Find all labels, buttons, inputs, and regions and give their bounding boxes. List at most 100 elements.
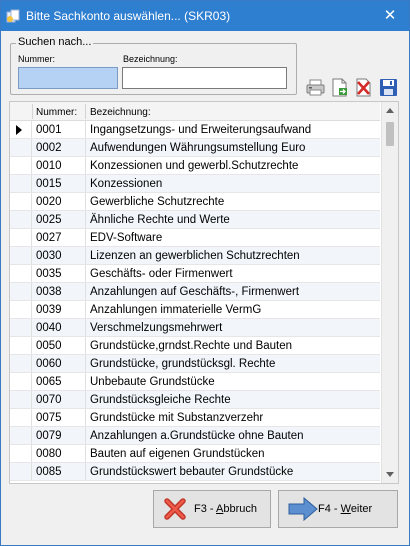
table-row[interactable]: 0080 Bauten auf eigenen Grundstücken bbox=[10, 445, 380, 463]
account-number: 0030 bbox=[36, 250, 62, 262]
grid-rows: 0001 Ingangsetzungs- und Erweiterungsaufw… bbox=[10, 121, 380, 481]
account-description: Konzessionen und gewerbl.Schutzrechte bbox=[90, 160, 299, 172]
row-indicator bbox=[10, 283, 32, 300]
table-row[interactable]: 0075 Grundstücke mit Substanzverzehr bbox=[10, 409, 380, 427]
table-row[interactable]: 0085 Grundstückswert bebauter Grundstücke bbox=[10, 463, 380, 481]
window-title: Bitte Sachkonto auswählen... (SKR03) bbox=[26, 9, 231, 23]
row-indicator bbox=[10, 229, 32, 246]
row-indicator bbox=[10, 301, 32, 318]
scroll-thumb[interactable] bbox=[386, 122, 394, 146]
row-indicator bbox=[10, 391, 32, 408]
table-row[interactable]: 0065 Unbebaute Grundstücke bbox=[10, 373, 380, 391]
account-number: 0065 bbox=[36, 376, 62, 388]
table-row[interactable]: 0020 Gewerbliche Schutzrechte bbox=[10, 193, 380, 211]
account-description: Gewerbliche Schutzrechte bbox=[90, 196, 225, 208]
account-description: Unbebaute Grundstücke bbox=[90, 376, 215, 388]
table-row[interactable]: 0002 Aufwendungen Währungsumstellung Euro bbox=[10, 139, 380, 157]
row-indicator bbox=[10, 157, 32, 174]
table-row[interactable]: 0035 Geschäfts- oder Firmenwert bbox=[10, 265, 380, 283]
account-description: Ähnliche Rechte und Werte bbox=[90, 214, 230, 226]
row-indicator bbox=[10, 121, 32, 138]
account-description: Anzahlungen a.Grundstücke ohne Bauten bbox=[90, 430, 304, 442]
next-button[interactable]: F4 - Weiter bbox=[278, 490, 398, 528]
table-row[interactable]: 0010 Konzessionen und gewerbl.Schutzrecht… bbox=[10, 157, 380, 175]
account-number: 0060 bbox=[36, 358, 62, 370]
row-indicator bbox=[10, 445, 32, 462]
next-button-label: F4 - Weiter bbox=[318, 503, 373, 515]
account-number: 0070 bbox=[36, 394, 62, 406]
table-row[interactable]: 0039 Anzahlungen immaterielle VermG bbox=[10, 301, 380, 319]
account-number: 0075 bbox=[36, 412, 62, 424]
grid-header: Nummer: Bezeichnung: bbox=[10, 102, 380, 121]
table-row[interactable]: 0079 Anzahlungen a.Grundstücke ohne Baute… bbox=[10, 427, 380, 445]
dialog-window: Bitte Sachkonto auswählen... (SKR03) ✕ S… bbox=[0, 0, 410, 546]
column-header-number[interactable]: Nummer: bbox=[36, 107, 77, 118]
row-indicator bbox=[10, 175, 32, 192]
account-number: 0085 bbox=[36, 466, 62, 478]
search-group: Suchen nach... Nummer: Bezeichnung: bbox=[10, 36, 297, 95]
account-description: Verschmelzungsmehrwert bbox=[90, 322, 223, 334]
table-row[interactable]: 0050 Grundstücke,grndst.Rechte und Bauten bbox=[10, 337, 380, 355]
close-icon[interactable]: ✕ bbox=[379, 5, 401, 27]
account-number: 0025 bbox=[36, 214, 62, 226]
account-number: 0010 bbox=[36, 160, 62, 172]
account-number: 0035 bbox=[36, 268, 62, 280]
row-indicator bbox=[10, 373, 32, 390]
cancel-button-label: F3 - Abbruch bbox=[194, 503, 257, 515]
row-indicator bbox=[10, 355, 32, 372]
row-indicator bbox=[10, 139, 32, 156]
row-indicator bbox=[10, 409, 32, 426]
current-row-arrow-icon bbox=[16, 125, 22, 135]
description-label: Bezeichnung: bbox=[123, 54, 178, 64]
account-description: Grundstücke,grndst.Rechte und Bauten bbox=[90, 340, 293, 352]
column-header-description[interactable]: Bezeichnung: bbox=[90, 107, 151, 118]
cancel-button[interactable]: F3 - Abbruch bbox=[153, 490, 271, 528]
table-row[interactable]: 0001 Ingangsetzungs- und Erweiterungsaufw… bbox=[10, 121, 380, 139]
account-number: 0015 bbox=[36, 178, 62, 190]
app-icon bbox=[6, 9, 20, 23]
number-search-input[interactable] bbox=[18, 67, 118, 89]
row-indicator bbox=[10, 193, 32, 210]
title-bar: Bitte Sachkonto auswählen... (SKR03) ✕ bbox=[1, 1, 409, 31]
account-number: 0002 bbox=[36, 142, 62, 154]
account-grid[interactable]: Nummer: Bezeichnung: 0001 Ingangsetzungs-… bbox=[9, 101, 399, 484]
account-description: Lizenzen an gewerblichen Schutzrechten bbox=[90, 250, 300, 262]
number-label: Nummer: bbox=[18, 54, 56, 64]
row-indicator bbox=[10, 265, 32, 282]
save-disk-icon[interactable] bbox=[379, 78, 398, 97]
table-row[interactable]: 0025 Ähnliche Rechte und Werte bbox=[10, 211, 380, 229]
account-description: Konzessionen bbox=[90, 178, 163, 190]
account-number: 0040 bbox=[36, 322, 62, 334]
account-number: 0020 bbox=[36, 196, 62, 208]
delete-icon[interactable] bbox=[354, 78, 373, 97]
table-row[interactable]: 0030 Lizenzen an gewerblichen Schutzrecht… bbox=[10, 247, 380, 265]
account-description: Grundstücke, grundstücksgl. Rechte bbox=[90, 358, 276, 370]
account-description: Grundstückswert bebauter Grundstücke bbox=[90, 466, 294, 478]
account-number: 0038 bbox=[36, 286, 62, 298]
account-number: 0027 bbox=[36, 232, 62, 244]
row-indicator bbox=[10, 211, 32, 228]
table-row[interactable]: 0015 Konzessionen bbox=[10, 175, 380, 193]
printer-icon[interactable] bbox=[306, 78, 325, 97]
account-description: Bauten auf eigenen Grundstücken bbox=[90, 448, 265, 460]
table-row[interactable]: 0070 Grundstücksgleiche Rechte bbox=[10, 391, 380, 409]
scroll-up-icon[interactable] bbox=[382, 102, 398, 119]
account-description: Anzahlungen auf Geschäfts-, Firmenwert bbox=[90, 286, 300, 298]
table-row[interactable]: 0040 Verschmelzungsmehrwert bbox=[10, 319, 380, 337]
account-number: 0001 bbox=[36, 124, 62, 136]
table-row[interactable]: 0027 EDV-Software bbox=[10, 229, 380, 247]
search-group-label: Suchen nach... bbox=[16, 36, 94, 48]
account-number: 0039 bbox=[36, 304, 62, 316]
account-description: Aufwendungen Währungsumstellung Euro bbox=[90, 142, 306, 154]
account-description: Anzahlungen immaterielle VermG bbox=[90, 304, 262, 316]
vertical-scrollbar[interactable] bbox=[381, 102, 398, 483]
export-sheet-icon[interactable] bbox=[330, 78, 349, 97]
description-search-input[interactable] bbox=[122, 67, 287, 89]
account-number: 0050 bbox=[36, 340, 62, 352]
row-indicator bbox=[10, 319, 32, 336]
row-indicator bbox=[10, 247, 32, 264]
table-row[interactable]: 0038 Anzahlungen auf Geschäfts-, Firmenwe… bbox=[10, 283, 380, 301]
account-description: Grundstücke mit Substanzverzehr bbox=[90, 412, 264, 424]
scroll-down-icon[interactable] bbox=[382, 466, 398, 483]
table-row[interactable]: 0060 Grundstücke, grundstücksgl. Rechte bbox=[10, 355, 380, 373]
